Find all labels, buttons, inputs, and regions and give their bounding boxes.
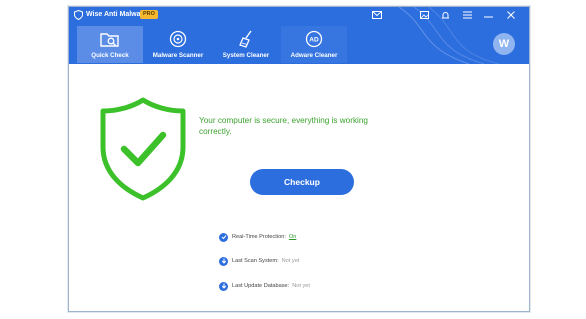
tab-malware-scanner[interactable]: Malware Scanner	[145, 26, 211, 63]
close-icon[interactable]	[505, 9, 517, 21]
ad-icon: AD	[305, 29, 323, 49]
shield-check-large-icon	[100, 97, 186, 201]
status-message: Your computer is secure, everything is w…	[199, 116, 368, 136]
download-icon	[219, 281, 228, 291]
mail-icon[interactable]	[371, 9, 383, 21]
background-decoration: · · · · · · · · · ·	[102, 192, 104, 287]
folder-search-icon	[100, 29, 120, 49]
bell-icon[interactable]	[439, 9, 451, 21]
tab-label: Malware Scanner	[152, 52, 204, 59]
shield-check-icon	[219, 232, 228, 242]
menu-icon[interactable]	[461, 9, 473, 21]
info-value: Not yet	[281, 258, 300, 264]
main-content: · · · · · · · · · · Your computer is secure, ever…	[69, 64, 529, 311]
radar-icon	[169, 29, 187, 49]
checkup-button[interactable]: Checkup	[250, 169, 354, 195]
tab-label: System Cleaner	[222, 52, 270, 59]
broom-icon	[237, 29, 255, 49]
image-icon[interactable]	[418, 9, 430, 21]
real-time-protection-toggle[interactable]: On	[289, 234, 296, 240]
download-icon	[219, 256, 228, 266]
info-row-last-scan: Last Scan System: Not yet	[219, 256, 299, 266]
info-label: Last Update Database:	[232, 283, 290, 289]
tab-label: Quick Check	[91, 52, 129, 59]
info-label: Real-Time Protection:	[232, 234, 286, 240]
app-title: Wise Anti Malware	[86, 11, 148, 18]
tab-label: Adware Cleaner	[290, 52, 338, 59]
svg-text:AD: AD	[309, 37, 319, 44]
info-value: Not yet	[292, 283, 310, 289]
header: Wise Anti Malware PRO Quick Check Malwar…	[69, 7, 529, 64]
tab-quick-check[interactable]: Quick Check	[77, 26, 143, 63]
title-bar[interactable]: Wise Anti Malware PRO	[69, 7, 529, 23]
app-logo-icon	[73, 10, 83, 20]
tab-system-cleaner[interactable]: System Cleaner	[213, 26, 279, 63]
avatar[interactable]: W	[493, 33, 515, 55]
app-window: Wise Anti Malware PRO Quick Check Malwar…	[68, 6, 530, 312]
tab-adware-cleaner[interactable]: AD Adware Cleaner	[281, 26, 347, 63]
minimize-icon[interactable]	[482, 9, 494, 21]
version-badge: PRO	[140, 10, 158, 19]
info-row-real-time-protection: Real-Time Protection: On	[219, 232, 296, 242]
info-row-last-update: Last Update Database: Not yet	[219, 281, 310, 291]
info-label: Last Scan System:	[232, 258, 279, 264]
